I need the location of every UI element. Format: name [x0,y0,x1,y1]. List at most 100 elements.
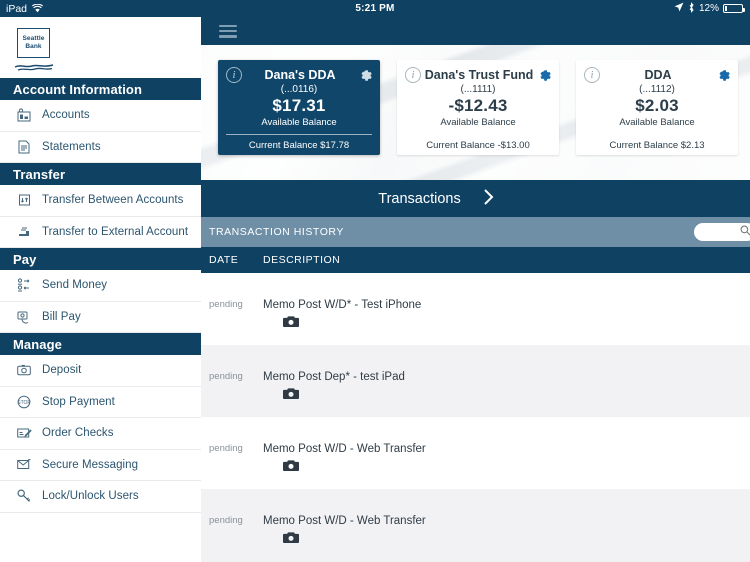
gear-icon[interactable] [537,67,551,81]
card-header: i DDA [584,67,730,83]
sidebar-item-secure-messaging[interactable]: Secure Messaging [0,449,201,481]
battery-icon [723,4,745,13]
logo-line-1: Seattle [22,35,45,42]
info-icon[interactable]: i [226,67,242,83]
sidebar-item-lock-unlock-users[interactable]: Lock/Unlock Users [0,481,201,513]
account-name: Dana's DDA [264,68,336,82]
camera-icon[interactable] [283,459,750,477]
search-icon [740,223,750,241]
chevron-right-icon[interactable] [483,188,495,210]
camera-icon[interactable] [283,387,750,405]
transactions-tab[interactable]: Transactions [201,180,750,217]
available-label: Available Balance [261,117,337,128]
hamburger-menu-icon[interactable] [219,24,237,38]
column-header-date: DATE [209,254,239,266]
external-transfer-icon [13,223,35,241]
search-input[interactable] [694,223,750,241]
camera-deposit-icon [13,361,35,379]
stop-payment-icon: STOP [13,393,35,411]
transaction-description: Memo Post W/D* - Test iPhone [263,299,422,311]
transaction-date: pending [209,371,243,382]
battery-percent: 12% [698,3,719,14]
transaction-list: pending Memo Post W/D* - Test iPhone pen… [201,273,750,561]
sidebar-item-stop-payment[interactable]: STOP Stop Payment [0,386,201,418]
document-icon [13,138,35,156]
sidebar-item-deposit[interactable]: Deposit [0,355,201,387]
status-bar-right: 12% [674,1,745,16]
sidebar-item-bill-pay[interactable]: Bill Pay [0,301,201,333]
sidebar-item-label: Transfer to External Account [42,225,189,238]
main-panel: i Dana's DDA (...0116) $17.31 Available … [201,17,750,562]
transaction-description-cell: Memo Post W/D - Web Transfer [263,443,750,477]
table-row[interactable]: pending Memo Post W/D - Web Transfer [201,417,750,489]
sidebar-section-account-information: Account Information [0,78,201,100]
camera-icon[interactable] [283,531,750,549]
transfer-icon [13,191,35,209]
logo-line-2: Bank [25,42,42,50]
order-checks-icon [13,424,35,442]
sidebar-item-label: Lock/Unlock Users [42,490,139,503]
account-number: (...1111) [460,84,496,95]
account-name: Dana's Trust Fund [424,68,534,82]
sidebar-item-transfer-between-accounts[interactable]: Transfer Between Accounts [0,185,201,217]
current-balance: Current Balance $2.13 [609,140,705,151]
current-balance: Current Balance -$13.00 [426,140,530,151]
table-row[interactable]: pending Memo Post W/D* - Test iPhone [201,273,750,345]
sidebar-item-label: Stop Payment [42,395,115,408]
account-number: (...1112) [639,84,675,95]
sidebar-item-transfer-to-external-account[interactable]: Transfer to External Account [0,216,201,248]
account-card-danas-dda[interactable]: i Dana's DDA (...0116) $17.31 Available … [218,60,380,155]
seattle-bank-logo-icon: Seattle Bank [13,27,55,71]
transaction-date: pending [209,443,243,454]
sidebar-item-accounts[interactable]: Accounts [0,100,201,132]
available-label: Available Balance [619,117,695,128]
sidebar-item-label: Send Money [42,279,108,292]
sidebar: Seattle Bank Account Information Account… [0,17,201,562]
send-money-icon [13,276,35,294]
sidebar-item-label: Accounts [42,109,90,122]
sidebar-section-manage: Manage [0,333,201,355]
app-root: iPad 5:21 PM 12% Seattle Bank Account In… [0,0,750,562]
table-row[interactable]: pending Memo Post W/D - Web Transfer [201,489,750,561]
main-topbar [201,17,750,45]
sidebar-item-send-money[interactable]: Send Money [0,270,201,302]
sidebar-item-statements[interactable]: Statements [0,131,201,163]
info-icon[interactable]: i [405,67,421,83]
gear-icon[interactable] [358,67,372,81]
sidebar-section-transfer: Transfer [0,163,201,185]
sidebar-item-label: Statements [42,140,101,153]
sidebar-item-label: Transfer Between Accounts [42,194,184,207]
transaction-date: pending [209,299,243,310]
transaction-date: pending [209,515,243,526]
transaction-description-cell: Memo Post W/D - Web Transfer [263,515,750,549]
sidebar-section-pay: Pay [0,248,201,270]
info-icon[interactable]: i [584,67,600,83]
current-balance: Current Balance $17.78 [226,134,372,151]
transaction-description-cell: Memo Post W/D* - Test iPhone [263,299,750,333]
transaction-history-title: TRANSACTION HISTORY [209,226,344,238]
sidebar-item-label: Secure Messaging [42,458,139,471]
column-header-description: DESCRIPTION [263,254,341,266]
account-card-danas-trust-fund[interactable]: i Dana's Trust Fund (...1111) -$12.43 Av… [397,60,559,155]
available-amount: $2.03 [635,96,679,115]
clock: 5:21 PM [355,3,395,14]
sidebar-item-order-checks[interactable]: Order Checks [0,418,201,450]
account-name: DDA [644,68,672,82]
available-amount: -$12.43 [448,96,508,115]
sidebar-item-label: Order Checks [42,427,114,440]
account-card-dda[interactable]: i DDA (...1112) $2.03 Available Balance … [576,60,738,155]
svg-text:STOP: STOP [17,400,31,406]
accounts-icon [13,106,35,124]
status-bar: iPad 5:21 PM 12% [0,0,750,17]
table-column-headers: DATE DESCRIPTION [201,247,750,273]
account-cards-row: i Dana's DDA (...0116) $17.31 Available … [201,45,750,180]
gear-icon[interactable] [716,67,730,81]
logo-square: Seattle Bank [17,27,50,58]
transactions-tab-label: Transactions [378,190,461,207]
camera-icon[interactable] [283,315,750,333]
brand-logo: Seattle Bank [0,17,201,78]
bill-pay-icon [13,308,35,326]
table-row[interactable]: pending Memo Post Dep* - test iPad [201,345,750,417]
location-arrow-icon [674,2,684,15]
bluetooth-icon [688,1,695,16]
